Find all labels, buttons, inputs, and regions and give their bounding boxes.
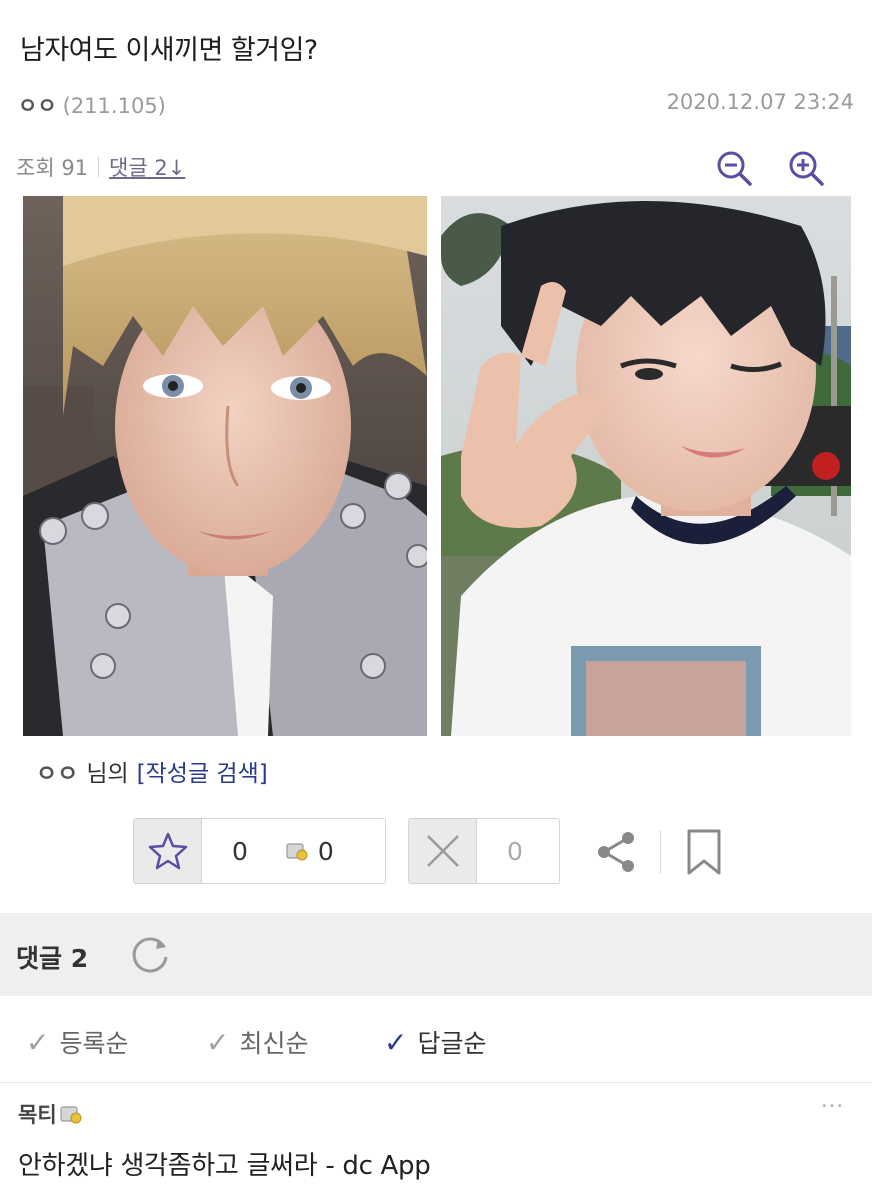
zoom-in-icon[interactable] (786, 148, 826, 188)
star-icon (148, 832, 187, 870)
comment-body: 안하겠냐 생각좀하고 글써라 - dc App (18, 1151, 431, 1181)
writer-nick[interactable]: ㅇㅇ (36, 761, 78, 787)
action-divider (660, 830, 661, 874)
fixed-user-icon (60, 1106, 82, 1124)
writer-search-row: ㅇㅇ 님의 [작성글 검색] (36, 754, 268, 788)
sort-latest[interactable]: ✓ 최신순 (206, 1024, 308, 1060)
view-count: 조회 91 (16, 156, 89, 180)
comment-divider (0, 1082, 872, 1083)
comments-jump-link[interactable]: 댓글 2↓ (109, 152, 185, 182)
sort-registered[interactable]: ✓ 등록순 (26, 1024, 128, 1060)
fixed-user-icon (286, 843, 308, 861)
sort-label: 최신순 (239, 1029, 309, 1058)
check-icon: ✓ (26, 1025, 50, 1059)
upvote-count: 0 (232, 836, 248, 866)
refresh-icon[interactable] (128, 933, 172, 977)
x-icon (426, 835, 459, 867)
writer-suffix: 님의 (86, 761, 129, 787)
comments-header: 댓글 2 (0, 913, 872, 996)
upvote-box[interactable]: 0 0 (133, 818, 386, 884)
post-author[interactable]: ㅇㅇ (211.105) (18, 90, 166, 120)
comment-author[interactable]: 목티 (18, 1099, 82, 1129)
zoom-out-icon[interactable] (714, 148, 754, 188)
share-icon[interactable] (592, 828, 640, 876)
post-title: 남자여도 이새끼면 할거임? (20, 35, 318, 66)
author-ip: (211.105) (62, 94, 166, 118)
comment-author-nick[interactable]: 목티 (18, 1099, 57, 1129)
post-photo-2[interactable] (441, 196, 851, 736)
comment-more-menu[interactable]: ··· (821, 1094, 844, 1118)
post-photo-1[interactable] (23, 196, 427, 736)
photo-2-illustration (441, 196, 851, 736)
check-icon: ✓ (206, 1025, 230, 1059)
downvote-box[interactable]: 0 (408, 818, 560, 884)
sort-label: 등록순 (59, 1029, 129, 1058)
check-icon: ✓ (384, 1025, 408, 1059)
comments-count-label: 댓글 2 (16, 944, 89, 973)
sort-replies[interactable]: ✓ 답글순 (384, 1024, 486, 1060)
post-meta: 조회 91 댓글 2↓ (16, 152, 185, 182)
downvote-button[interactable] (409, 819, 477, 883)
downvote-count: 0 (507, 836, 523, 866)
fixed-upvote-count: 0 (317, 836, 334, 866)
author-nick[interactable]: ㅇㅇ (18, 94, 57, 118)
photo-1-illustration (23, 196, 427, 736)
writer-posts-search-link[interactable]: [작성글 검색] (137, 761, 268, 787)
upvote-button[interactable] (134, 819, 202, 883)
post-date: 2020.12.07 23:24 (666, 90, 854, 114)
bookmark-icon[interactable] (684, 828, 724, 876)
meta-divider (98, 157, 100, 177)
sort-label: 답글순 (417, 1029, 487, 1058)
